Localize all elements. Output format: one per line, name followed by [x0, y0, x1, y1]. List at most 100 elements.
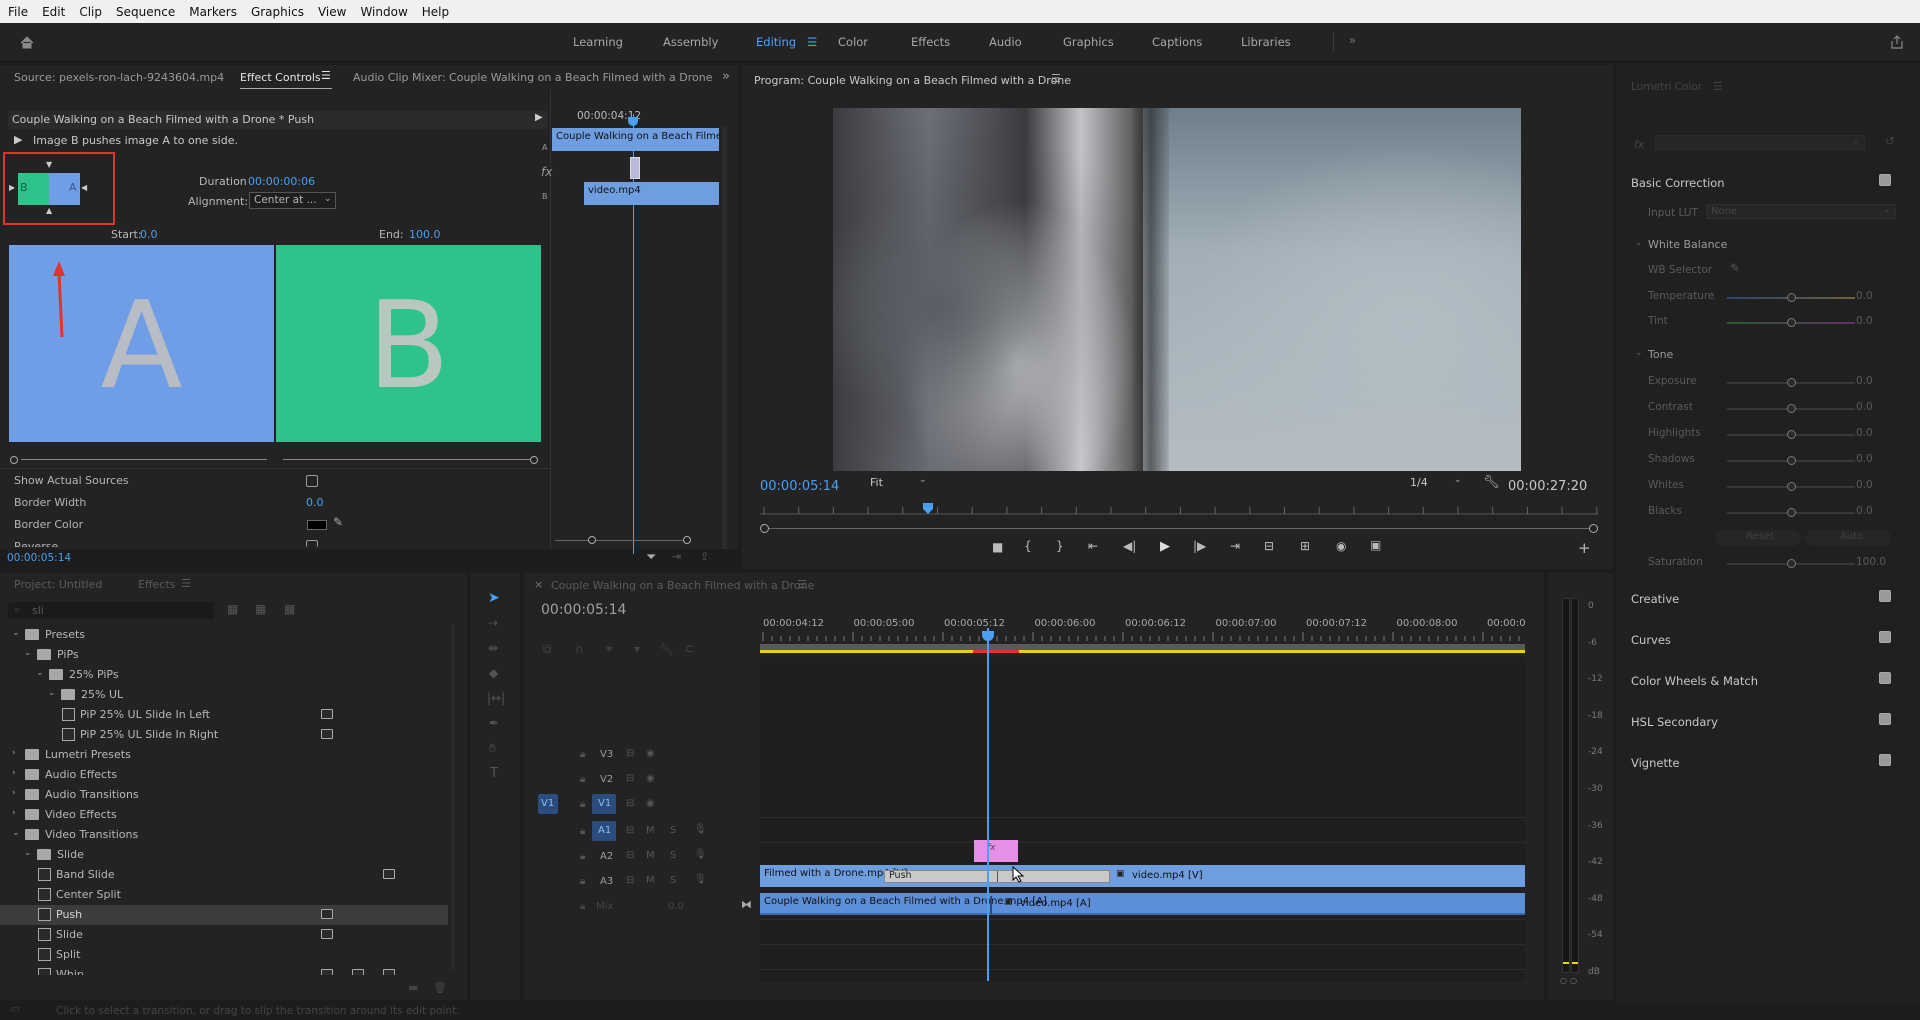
thumb-arrow-up-icon[interactable]: ▼ — [46, 160, 52, 169]
type-tool-icon[interactable]: T — [490, 766, 498, 781]
workspace-menu-icon[interactable]: ☰ — [807, 35, 817, 49]
add-marker-icon[interactable]: ■ — [992, 540, 1003, 554]
lumetri-slider-value[interactable]: 0.0 — [1856, 401, 1873, 413]
end-slider[interactable] — [283, 459, 530, 460]
program-timecode[interactable]: 00:00:05:14 — [760, 479, 839, 494]
end-value[interactable]: 100.0 — [409, 228, 441, 241]
sync-lock-icon[interactable]: ⊟ — [626, 748, 634, 759]
lumetri-reset-icon[interactable]: ↺ — [1885, 134, 1895, 148]
lumetri-slider-value[interactable]: 0.0 — [1856, 290, 1873, 302]
chevron-down-icon[interactable]: ⌄ — [36, 668, 44, 678]
start-slider-knob[interactable] — [10, 456, 18, 464]
lumetri-slider-knob[interactable] — [1787, 293, 1796, 302]
lock-icon[interactable]: 🔒︎ — [580, 876, 585, 887]
lumetri-slider-value[interactable]: 0.0 — [1856, 479, 1873, 491]
microphone-icon[interactable]: 🎙︎ — [694, 849, 707, 860]
microphone-icon[interactable]: 🎙︎ — [694, 874, 707, 885]
home-icon[interactable] — [18, 33, 36, 51]
chevron-down-icon[interactable]: ⌄ — [12, 828, 20, 838]
mute-button[interactable]: M — [646, 875, 655, 886]
new-bin-icon[interactable]: ▬ — [408, 981, 418, 994]
end-slider-knob[interactable] — [530, 456, 538, 464]
lock-icon[interactable]: 🔒︎ — [580, 774, 585, 785]
razor-icon[interactable]: ◆ — [489, 666, 498, 680]
duration-value[interactable]: 00:00:00:06 — [248, 175, 315, 188]
32bit-effects-icon[interactable]: ▦ — [255, 602, 266, 616]
lumetri-reset-button[interactable]: Reset — [1716, 530, 1801, 546]
tree-item[interactable]: PiP 25% UL Slide In Right — [0, 725, 450, 745]
thumb-arrow-left-icon[interactable]: ▶ — [9, 183, 15, 192]
sequence-menu-icon[interactable]: ☰ — [797, 578, 807, 591]
tone-header[interactable]: Tone — [1648, 348, 1673, 361]
tree-item[interactable]: Band Slide — [0, 865, 450, 885]
a1-clip-right[interactable]: ▣ video.mp4 [A] — [1004, 896, 1124, 912]
menu-view[interactable]: View — [310, 5, 352, 19]
tone-chevron-icon[interactable]: ⌄ — [1635, 348, 1643, 358]
filter-icon[interactable]: ⏷ — [646, 550, 656, 565]
mute-button[interactable]: M — [646, 825, 655, 836]
work-area-bar[interactable] — [760, 650, 1525, 653]
program-scroll-left[interactable] — [760, 524, 769, 533]
mark-in-icon[interactable]: { — [1024, 539, 1032, 553]
start-value[interactable]: 0.0 — [140, 228, 158, 241]
mix-end-icon[interactable]: ⧓ — [741, 898, 752, 911]
lock-icon[interactable]: 🔒︎ — [580, 799, 585, 810]
border-width-value[interactable]: 0.0 — [306, 496, 324, 509]
slip-tool-icon[interactable]: |↔| — [487, 691, 505, 705]
pen-tool-icon[interactable]: ✒ — [489, 716, 499, 730]
basic-correction-checkbox[interactable] — [1879, 174, 1891, 186]
alignment-select[interactable]: Center at ... ⌄ — [249, 192, 336, 209]
eyedropper-icon[interactable]: ✎ — [333, 515, 343, 529]
mini-playhead-head[interactable] — [628, 117, 638, 126]
start-slider[interactable] — [21, 459, 267, 460]
keyframe-icon[interactable]: ⇥ — [672, 550, 681, 563]
sync-lock-icon[interactable]: ⊟ — [626, 773, 634, 784]
menu-graphics[interactable]: Graphics — [243, 5, 310, 19]
menu-file[interactable]: File — [0, 5, 34, 19]
color-wheels-header[interactable]: Color Wheels & Match — [1631, 674, 1758, 688]
mini-clip-bottom[interactable]: video.mp4 — [584, 182, 719, 205]
tree-item[interactable]: Split — [0, 945, 450, 965]
lumetri-slider-knob[interactable] — [1787, 508, 1796, 517]
go-to-out-icon[interactable]: ⇥ — [1230, 539, 1240, 553]
hsl-secondary-header[interactable]: HSL Secondary — [1631, 715, 1718, 729]
tree-item[interactable]: Push — [0, 905, 448, 925]
color-wheels-checkbox[interactable] — [1879, 672, 1891, 684]
chevron-down-icon[interactable]: ⌄ — [48, 688, 56, 698]
comparison-view-icon[interactable]: ▣ — [1370, 538, 1381, 552]
workspace-effects[interactable]: Effects — [911, 35, 950, 49]
insert-nest-icon[interactable]: ⧉ — [543, 642, 552, 657]
go-to-in-icon[interactable]: ⇤ — [1088, 539, 1098, 553]
lumetri-slider-knob[interactable] — [1787, 318, 1796, 327]
mix-value[interactable]: 0.0 — [668, 901, 684, 912]
solo-button[interactable]: S — [670, 875, 676, 886]
eye-icon[interactable]: ◉ — [646, 798, 655, 809]
mini-zoom-slider[interactable] — [555, 540, 690, 541]
timeline-playhead[interactable] — [987, 628, 989, 981]
v1-source-patch[interactable]: V1 — [538, 794, 558, 814]
menu-clip[interactable]: Clip — [71, 5, 108, 19]
tab-effect-controls[interactable]: Effect Controls — [240, 71, 321, 84]
lumetri-slider-value[interactable]: 100.0 — [1856, 556, 1886, 568]
reverse-checkbox[interactable] — [306, 540, 318, 547]
export-icon[interactable]: ⇪ — [700, 550, 709, 563]
menu-edit[interactable]: Edit — [34, 5, 71, 19]
close-sequence-icon[interactable]: × — [534, 578, 543, 591]
effects-menu-icon[interactable]: ☰ — [181, 577, 191, 590]
microphone-icon[interactable]: 🎙︎ — [694, 824, 707, 835]
lumetri-slider-knob[interactable] — [1787, 456, 1796, 465]
a1-target[interactable]: A1 — [592, 821, 616, 841]
creative-header[interactable]: Creative — [1631, 592, 1679, 606]
white-balance-chevron-icon[interactable]: ⌄ — [1635, 238, 1643, 248]
hsl-secondary-checkbox[interactable] — [1879, 713, 1891, 725]
transition-thumbnail[interactable]: B A — [18, 173, 80, 205]
effects-scrollbar[interactable] — [451, 625, 455, 970]
tree-item[interactable]: ⌄ Video Transitions — [0, 825, 450, 845]
chevron-down-icon[interactable]: ⌄ — [24, 648, 32, 658]
chevron-right-icon[interactable]: › — [12, 768, 16, 778]
sync-lock-icon[interactable]: ⊟ — [626, 798, 634, 809]
lumetri-slider-value[interactable]: 0.0 — [1856, 505, 1873, 517]
lock-icon[interactable]: 🔒︎ — [580, 826, 585, 837]
resolution-select[interactable]: 1/4 ⌄ — [1404, 475, 1469, 492]
lumetri-slider-knob[interactable] — [1787, 559, 1796, 568]
